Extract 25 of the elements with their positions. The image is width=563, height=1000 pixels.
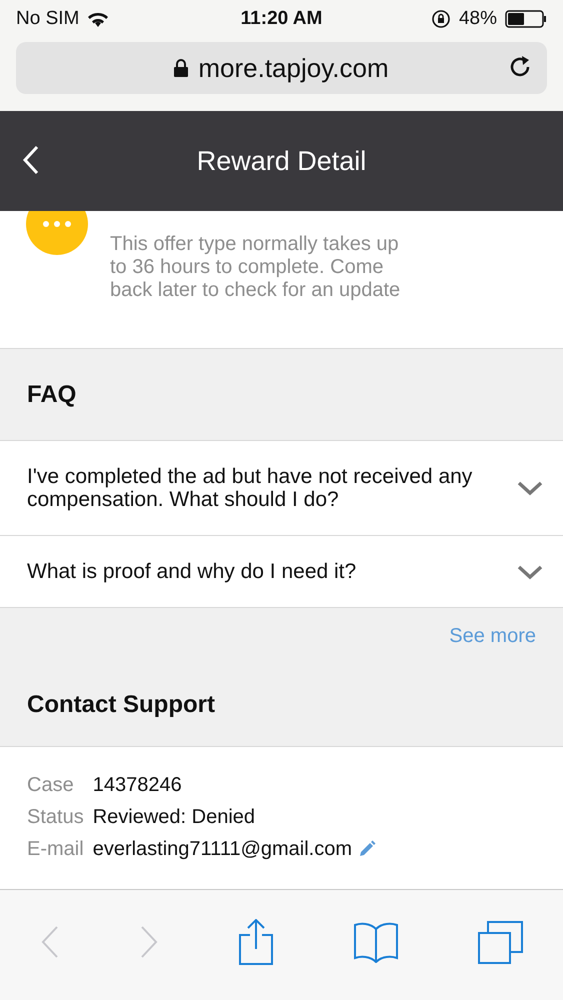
carrier-label: No SIM (16, 8, 80, 30)
rotation-lock-icon (430, 9, 451, 29)
faq-item[interactable]: What is proof and why do I need it? (0, 536, 563, 608)
field-label: E-mail (27, 837, 84, 862)
battery-percent: 48% (458, 8, 497, 30)
page-title: Reward Detail (196, 146, 366, 176)
field-value: everlasting71111@gmail.com (92, 837, 352, 862)
faq-heading: FAQ (26, 380, 78, 408)
field-value: Reviewed: Denied (92, 805, 256, 830)
bookmarks-button[interactable] (352, 921, 398, 963)
field-value: 14378246 (92, 773, 182, 798)
clock-time: 11:20 AM (240, 8, 322, 30)
faq-item[interactable]: I've completed the ad but have not received any compensation. What should I do? (0, 441, 563, 536)
wifi-icon (87, 11, 110, 27)
url-text: more.tapjoy.com (198, 52, 389, 84)
pencil-icon[interactable] (358, 840, 376, 858)
address-bar[interactable]: more.tapjoy.com (16, 42, 547, 94)
field-label: Case (27, 773, 75, 798)
contact-heading: Contact Support (26, 691, 216, 719)
battery-icon (504, 10, 547, 28)
tabs-button[interactable] (478, 920, 524, 964)
share-button[interactable] (238, 919, 274, 965)
pending-message: This offer type normally takes up to 36 hours to complete. Come back later to check for an update (110, 233, 402, 303)
field-label: Status (27, 805, 84, 830)
lock-icon (174, 59, 188, 77)
